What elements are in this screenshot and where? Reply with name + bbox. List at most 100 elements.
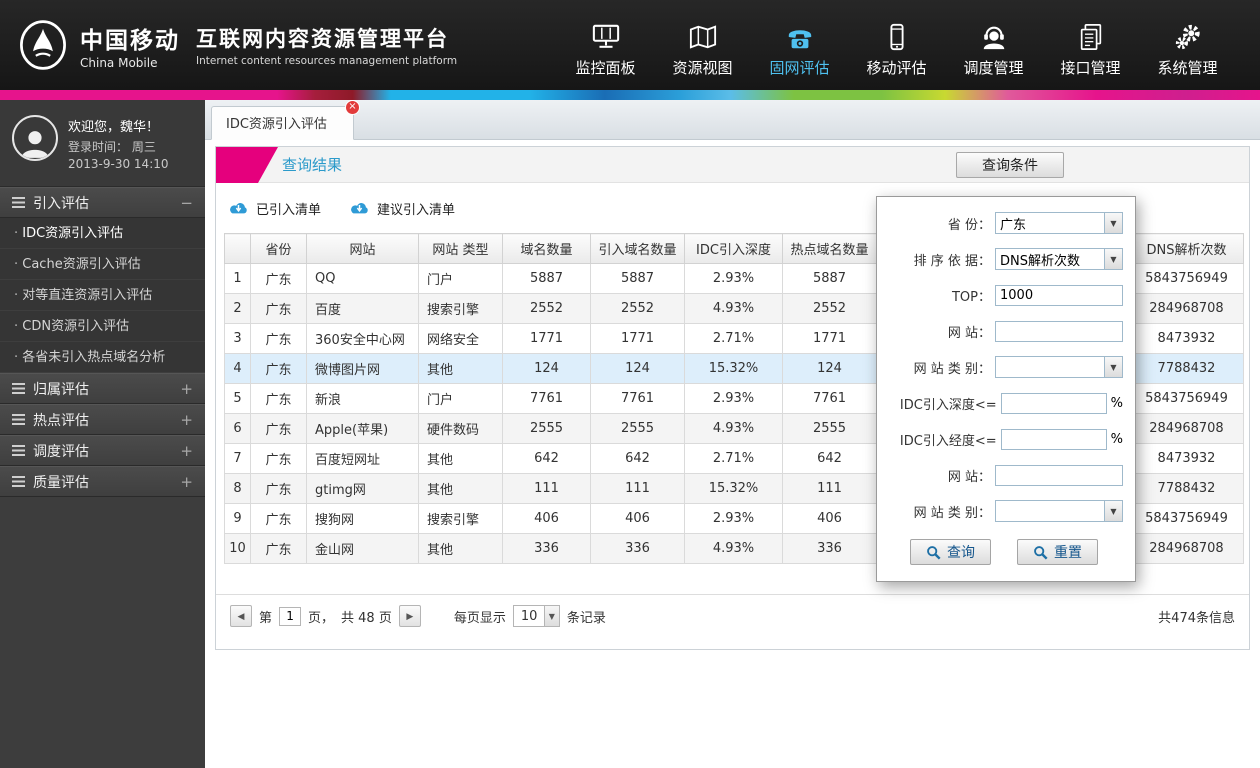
query-field-input[interactable] xyxy=(995,284,1123,306)
table-cell: 2552 xyxy=(590,293,685,324)
expand-icon: + xyxy=(180,472,193,491)
brand-name-cn: 中国移动 xyxy=(80,27,180,54)
table-cell: 4.93% xyxy=(684,533,783,564)
next-page-button[interactable]: ▶ xyxy=(398,605,421,627)
sidebar-item-3[interactable]: 对等直连资源引入评估 xyxy=(0,280,205,311)
sidebar-section-3[interactable]: 热点评估 + xyxy=(0,404,205,435)
welcome-text: 欢迎您，魏华！ xyxy=(68,120,160,135)
section-label: 引入评估 xyxy=(33,195,89,212)
avatar xyxy=(12,115,58,161)
nav-item-7[interactable]: 系统管理 xyxy=(1139,12,1236,78)
query-field-label: 排 序 依 据： xyxy=(913,253,991,269)
left-arrow-icon: ◀ xyxy=(237,610,245,621)
tab-label: IDC资源引入评估 xyxy=(226,117,327,132)
query-field-input[interactable] xyxy=(995,320,1123,342)
query-field-input[interactable] xyxy=(1000,392,1107,414)
sidebar-item-1[interactable]: IDC资源引入评估 xyxy=(0,218,205,249)
table-cell: 642 xyxy=(502,443,591,474)
query-field-label: 省 份： xyxy=(947,217,991,233)
table-cell: 2.93% xyxy=(684,383,783,414)
sidebar-section-4[interactable]: 调度评估 + xyxy=(0,435,205,466)
nav-item-1[interactable]: 监控面板 xyxy=(557,12,654,78)
table-cell: 406 xyxy=(782,503,877,534)
query-field-6: IDC引入深度<=% xyxy=(885,391,1123,415)
section-label: 调度评估 xyxy=(33,443,89,460)
query-field-select[interactable]: DNS解析次数 ▼ xyxy=(995,248,1123,270)
table-cell: 广东 xyxy=(250,473,307,504)
toolbar-button-1[interactable]: 已引入清单 xyxy=(228,199,321,218)
sidebar-item-5[interactable]: 各省未引入热点域名分析 xyxy=(0,342,205,373)
per-page-label: 每页显示 xyxy=(453,610,506,626)
app-title-en: Internet content resources management pl… xyxy=(196,55,458,67)
nav-item-4[interactable]: 移动评估 xyxy=(848,12,945,78)
table-cell: 15.32% xyxy=(684,473,783,504)
page-number-input[interactable] xyxy=(279,606,302,626)
documents-icon xyxy=(1042,20,1139,54)
table-cell: 1771 xyxy=(782,323,877,354)
sidebar-section-5[interactable]: 质量评估 + xyxy=(0,466,205,497)
toolbar-button-2[interactable]: 建议引入清单 xyxy=(349,199,455,218)
nav-item-6[interactable]: 接口管理 xyxy=(1042,12,1139,78)
table-cell: 广东 xyxy=(250,383,307,414)
column-header-6: IDC引入深度 xyxy=(684,233,783,264)
list-icon xyxy=(12,197,25,208)
table-cell: 284968708 xyxy=(1129,413,1244,444)
table-cell: 1771 xyxy=(502,323,591,354)
table-cell: 广东 xyxy=(250,263,307,294)
brand-name-en: China Mobile xyxy=(80,55,158,70)
query-field-select[interactable]: ▼ xyxy=(995,500,1123,522)
table-cell: 2.71% xyxy=(684,443,783,474)
per-page-select[interactable]: 10 ▼ xyxy=(512,605,560,627)
sidebar-item-2[interactable]: Cache资源引入评估 xyxy=(0,249,205,280)
table-cell: gtimg网 xyxy=(306,473,419,504)
query-field-label: 网 站 类 别： xyxy=(913,361,991,377)
query-field-input[interactable] xyxy=(1000,428,1107,450)
column-header-3: 网站 类型 xyxy=(418,233,503,264)
tab-idc-eval[interactable]: IDC资源引入评估 × xyxy=(211,100,360,140)
query-field-9: 网 站 类 别： ▼ xyxy=(885,499,1123,523)
table-cell: 406 xyxy=(590,503,685,534)
table-cell: 2552 xyxy=(782,293,877,324)
table-cell: 其他 xyxy=(418,443,503,474)
page-suffix: 页， xyxy=(308,610,335,626)
table-cell: 5 xyxy=(224,383,251,414)
query-field-input[interactable] xyxy=(995,464,1123,486)
table-cell: 2 xyxy=(224,293,251,324)
brand: 中国移动 China Mobile 互联网内容资源管理平台 Internet c… xyxy=(0,18,457,72)
table-cell: 2552 xyxy=(502,293,591,324)
collapse-icon: − xyxy=(180,193,193,212)
right-arrow-icon: ▶ xyxy=(406,610,414,621)
prev-page-button[interactable]: ◀ xyxy=(230,605,252,627)
search-button[interactable]: 查询 xyxy=(910,539,991,565)
sidebar-section-2[interactable]: 归属评估 + xyxy=(0,373,205,404)
page: 中国移动 China Mobile 互联网内容资源管理平台 Internet c… xyxy=(0,0,1260,768)
table-cell: 5843756949 xyxy=(1129,503,1244,534)
query-field-4: 网 站： xyxy=(885,319,1123,343)
query-conditions-panel: 省 份： 广东 ▼ 排 序 依 据： DNS解析次数 ▼ TOP： 网 站： 网 站 类 别： ▼… xyxy=(876,196,1136,582)
sidebar-section-1[interactable]: 引入评估 − xyxy=(0,187,205,218)
nav-item-5[interactable]: 调度管理 xyxy=(945,12,1042,78)
table-cell: 7788432 xyxy=(1129,353,1244,384)
sidebar-item-4[interactable]: CDN资源引入评估 xyxy=(0,311,205,342)
table-cell: 门户 xyxy=(418,383,503,414)
nav-item-2[interactable]: 资源视图 xyxy=(654,12,751,78)
table-cell: 111 xyxy=(502,473,591,504)
table-cell: 网络安全 xyxy=(418,323,503,354)
expand-icon: + xyxy=(180,379,193,398)
nav-item-label: 监控面板 xyxy=(575,59,636,77)
nav-item-3[interactable]: 固网评估 xyxy=(751,12,848,78)
query-conditions-button[interactable]: 查询条件 xyxy=(956,152,1064,178)
close-icon[interactable]: × xyxy=(344,100,360,115)
query-field-select[interactable]: 广东 ▼ xyxy=(995,212,1123,234)
table-cell: 2555 xyxy=(590,413,685,444)
nav-item-label: 移动评估 xyxy=(866,59,927,77)
reset-button[interactable]: 重置 xyxy=(1017,539,1098,565)
table-cell: 336 xyxy=(590,533,685,564)
button-label: 查询 xyxy=(947,545,975,561)
table-cell: 4.93% xyxy=(684,293,783,324)
nav-item-label: 固网评估 xyxy=(769,59,830,77)
table-cell: 2.93% xyxy=(684,263,783,294)
query-field-select[interactable]: ▼ xyxy=(995,356,1123,378)
table-cell: 406 xyxy=(502,503,591,534)
section-label: 热点评估 xyxy=(33,412,89,429)
